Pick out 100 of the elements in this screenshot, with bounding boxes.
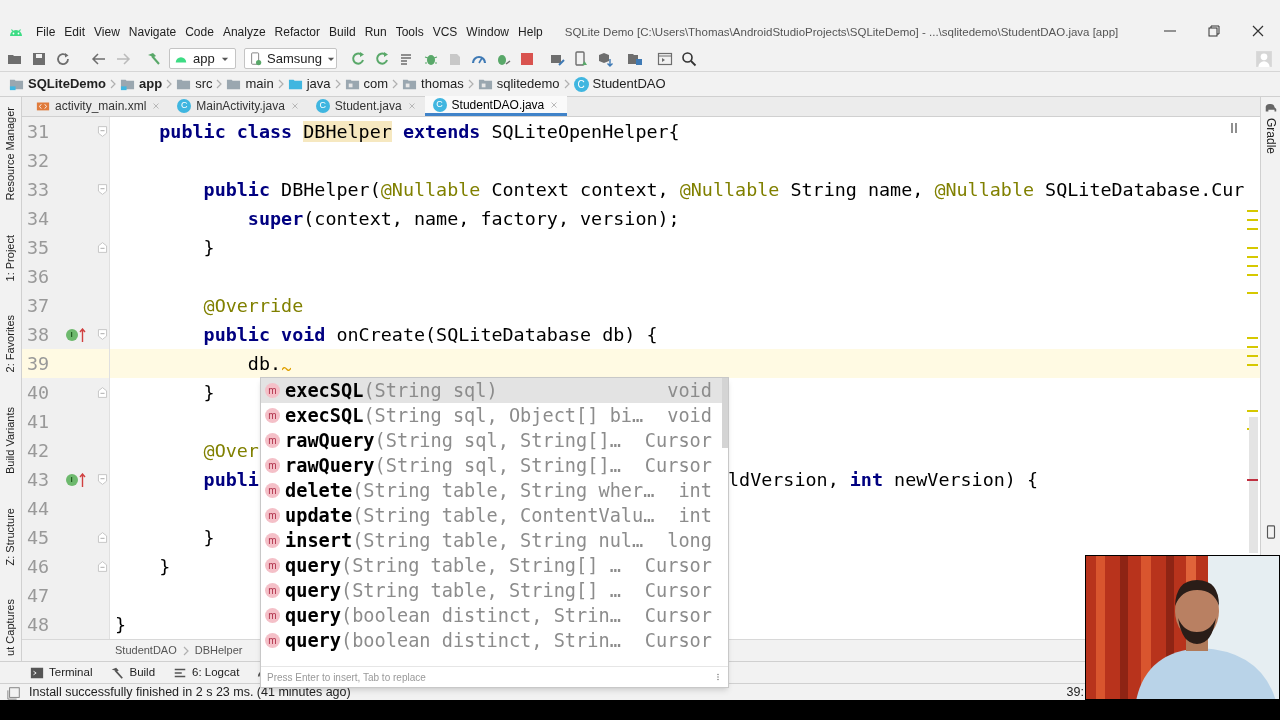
breadcrumb-item[interactable]: app — [139, 74, 163, 94]
fold-marker-icon[interactable] — [95, 328, 109, 341]
breadcrumb-item[interactable]: SQLiteDemo — [28, 74, 106, 94]
restore-icon[interactable] — [1206, 23, 1222, 39]
code-line: db. — [246, 351, 282, 376]
menu-item[interactable]: Navigate — [128, 23, 177, 41]
method-icon: m — [265, 483, 280, 498]
tab-label: MainActivity.java — [196, 98, 285, 115]
chevron-icon — [467, 79, 474, 89]
user-avatar-icon[interactable] — [1255, 49, 1273, 68]
fold-marker-icon[interactable] — [95, 473, 109, 486]
menu-item[interactable]: File — [36, 23, 56, 41]
device-manager-icon[interactable] — [573, 50, 589, 67]
terminal-icon — [30, 665, 44, 680]
menu-item[interactable]: Build — [328, 23, 356, 41]
status-icon — [7, 685, 21, 700]
menu-item[interactable]: Tools — [395, 23, 424, 41]
breadcrumb-item[interactable]: com — [363, 74, 389, 94]
editor-tab[interactable]: activity_main.xml — [28, 96, 170, 116]
menu-item[interactable]: Help — [518, 23, 543, 41]
caret-position[interactable]: 39: — [1066, 683, 1084, 702]
menu-item[interactable]: Analyze — [222, 23, 266, 41]
completion-item[interactable]: m insert(String table, String nul… long — [261, 528, 722, 553]
chevron-icon — [277, 79, 284, 89]
editor-tab[interactable]: C MainActivity.java — [169, 96, 308, 116]
method-icon: m — [265, 633, 280, 648]
breadcrumb-item[interactable]: StudentDAO — [115, 642, 177, 659]
completion-item[interactable]: m query(boolean distinct, Strin… Cursor — [261, 603, 722, 628]
completion-item[interactable]: m rawQuery(String sql, String[]… Cursor — [261, 428, 722, 453]
inspection-widget-icon[interactable] — [1230, 123, 1238, 133]
fold-marker-icon[interactable] — [95, 560, 109, 573]
menu-item[interactable]: Refactor — [274, 23, 320, 41]
chevron-icon — [166, 79, 173, 89]
class-icon: C — [177, 99, 192, 113]
editor-tab[interactable]: C StudentDAO.java — [424, 96, 568, 116]
device-dropdown[interactable]: Samsung — [244, 48, 337, 69]
tool-window-tab[interactable]: Z: Structure — [2, 507, 19, 566]
line-number: 43 — [26, 467, 51, 492]
console-window-icon[interactable] — [657, 50, 673, 67]
completion-item[interactable]: m update(String table, ContentValu… int — [261, 503, 722, 528]
package-download-icon[interactable] — [597, 50, 613, 67]
menu-item[interactable]: Edit — [64, 23, 86, 41]
completion-item[interactable]: m execSQL(String sql, Object[] bi… void — [261, 403, 722, 428]
tool-window-tab[interactable]: ut Captures — [2, 599, 19, 656]
completion-item[interactable]: m delete(String table, String wher… int — [261, 478, 722, 503]
method-icon: m — [265, 583, 280, 598]
code-line: public void onCreate(SQLiteDatabase db) { — [202, 322, 658, 347]
method-icon: m — [265, 458, 280, 473]
breadcrumb-item[interactable]: src — [195, 74, 213, 94]
line-number: 33 — [26, 177, 51, 202]
rerun-icon[interactable] — [351, 50, 367, 67]
caret-squiggle-icon — [282, 366, 292, 372]
breadcrumb-item[interactable]: StudentDAO — [592, 74, 666, 94]
breadcrumb-item[interactable]: DBHelper — [194, 642, 243, 659]
fold-marker-icon[interactable] — [95, 531, 109, 544]
save-icon[interactable] — [31, 50, 47, 67]
fold-marker-icon[interactable] — [95, 386, 109, 399]
completion-item[interactable]: m rawQuery(String sql, String[]… Cursor — [261, 453, 722, 478]
breadcrumb-item[interactable]: java — [306, 74, 331, 94]
close-icon[interactable] — [1250, 23, 1266, 39]
sync-icon[interactable] — [55, 50, 71, 67]
fold-marker-icon[interactable] — [95, 183, 109, 196]
tool-window-tab[interactable]: Gradle — [1261, 118, 1280, 155]
completion-item[interactable]: m query(boolean distinct, Strin… Cursor — [261, 628, 722, 653]
back-arrow-icon[interactable] — [91, 50, 107, 67]
tool-window-tab[interactable]: Build Variants — [2, 406, 19, 474]
forward-arrow-icon[interactable] — [115, 50, 131, 67]
line-number: 45 — [26, 525, 51, 550]
menu-item[interactable]: Run — [364, 23, 387, 41]
code-line: } — [202, 525, 215, 550]
fold-marker-icon[interactable] — [95, 125, 109, 138]
tab-label: Student.java — [334, 98, 402, 115]
tool-window-tab[interactable]: 1: Project — [2, 234, 19, 282]
apply-changes-icon[interactable] — [375, 50, 391, 67]
breadcrumb-item[interactable]: sqlitedemo — [496, 74, 560, 94]
breadcrumb-item[interactable]: thomas — [421, 74, 464, 94]
method-icon: m — [265, 558, 280, 573]
tool-window-tab[interactable]: 2: Favorites — [2, 315, 19, 373]
tool-window-tab[interactable]: 6: Logcat — [192, 663, 240, 682]
class-icon: C — [573, 76, 589, 92]
menu-item[interactable]: Code — [185, 23, 214, 41]
tool-window-tab[interactable]: Resource Manager — [2, 107, 19, 201]
method-icon: m — [265, 433, 280, 448]
menu-item[interactable]: Window — [466, 23, 510, 41]
completion-item[interactable]: m query(String table, String[] … Cursor — [261, 578, 722, 603]
search-icon[interactable] — [681, 50, 697, 67]
code-line: @Override — [202, 293, 304, 318]
menu-item[interactable]: VCS — [432, 23, 458, 41]
menu-item[interactable]: View — [94, 23, 120, 41]
scrollbar-thumb[interactable] — [722, 378, 728, 448]
completion-item[interactable]: m execSQL(String sql) void — [261, 378, 722, 403]
completion-item[interactable]: m query(String table, String[] … Cursor — [261, 553, 722, 578]
fold-marker-icon[interactable] — [95, 241, 109, 254]
run-configuration-dropdown[interactable]: app — [169, 48, 236, 69]
tool-window-tab[interactable]: Build — [129, 663, 156, 682]
breadcrumb-item[interactable]: main — [245, 74, 274, 94]
tool-window-tab[interactable]: Terminal — [49, 663, 93, 682]
close-icon — [289, 101, 300, 111]
stop-icon[interactable] — [519, 50, 535, 67]
editor-tab[interactable]: C Student.java — [307, 96, 425, 116]
